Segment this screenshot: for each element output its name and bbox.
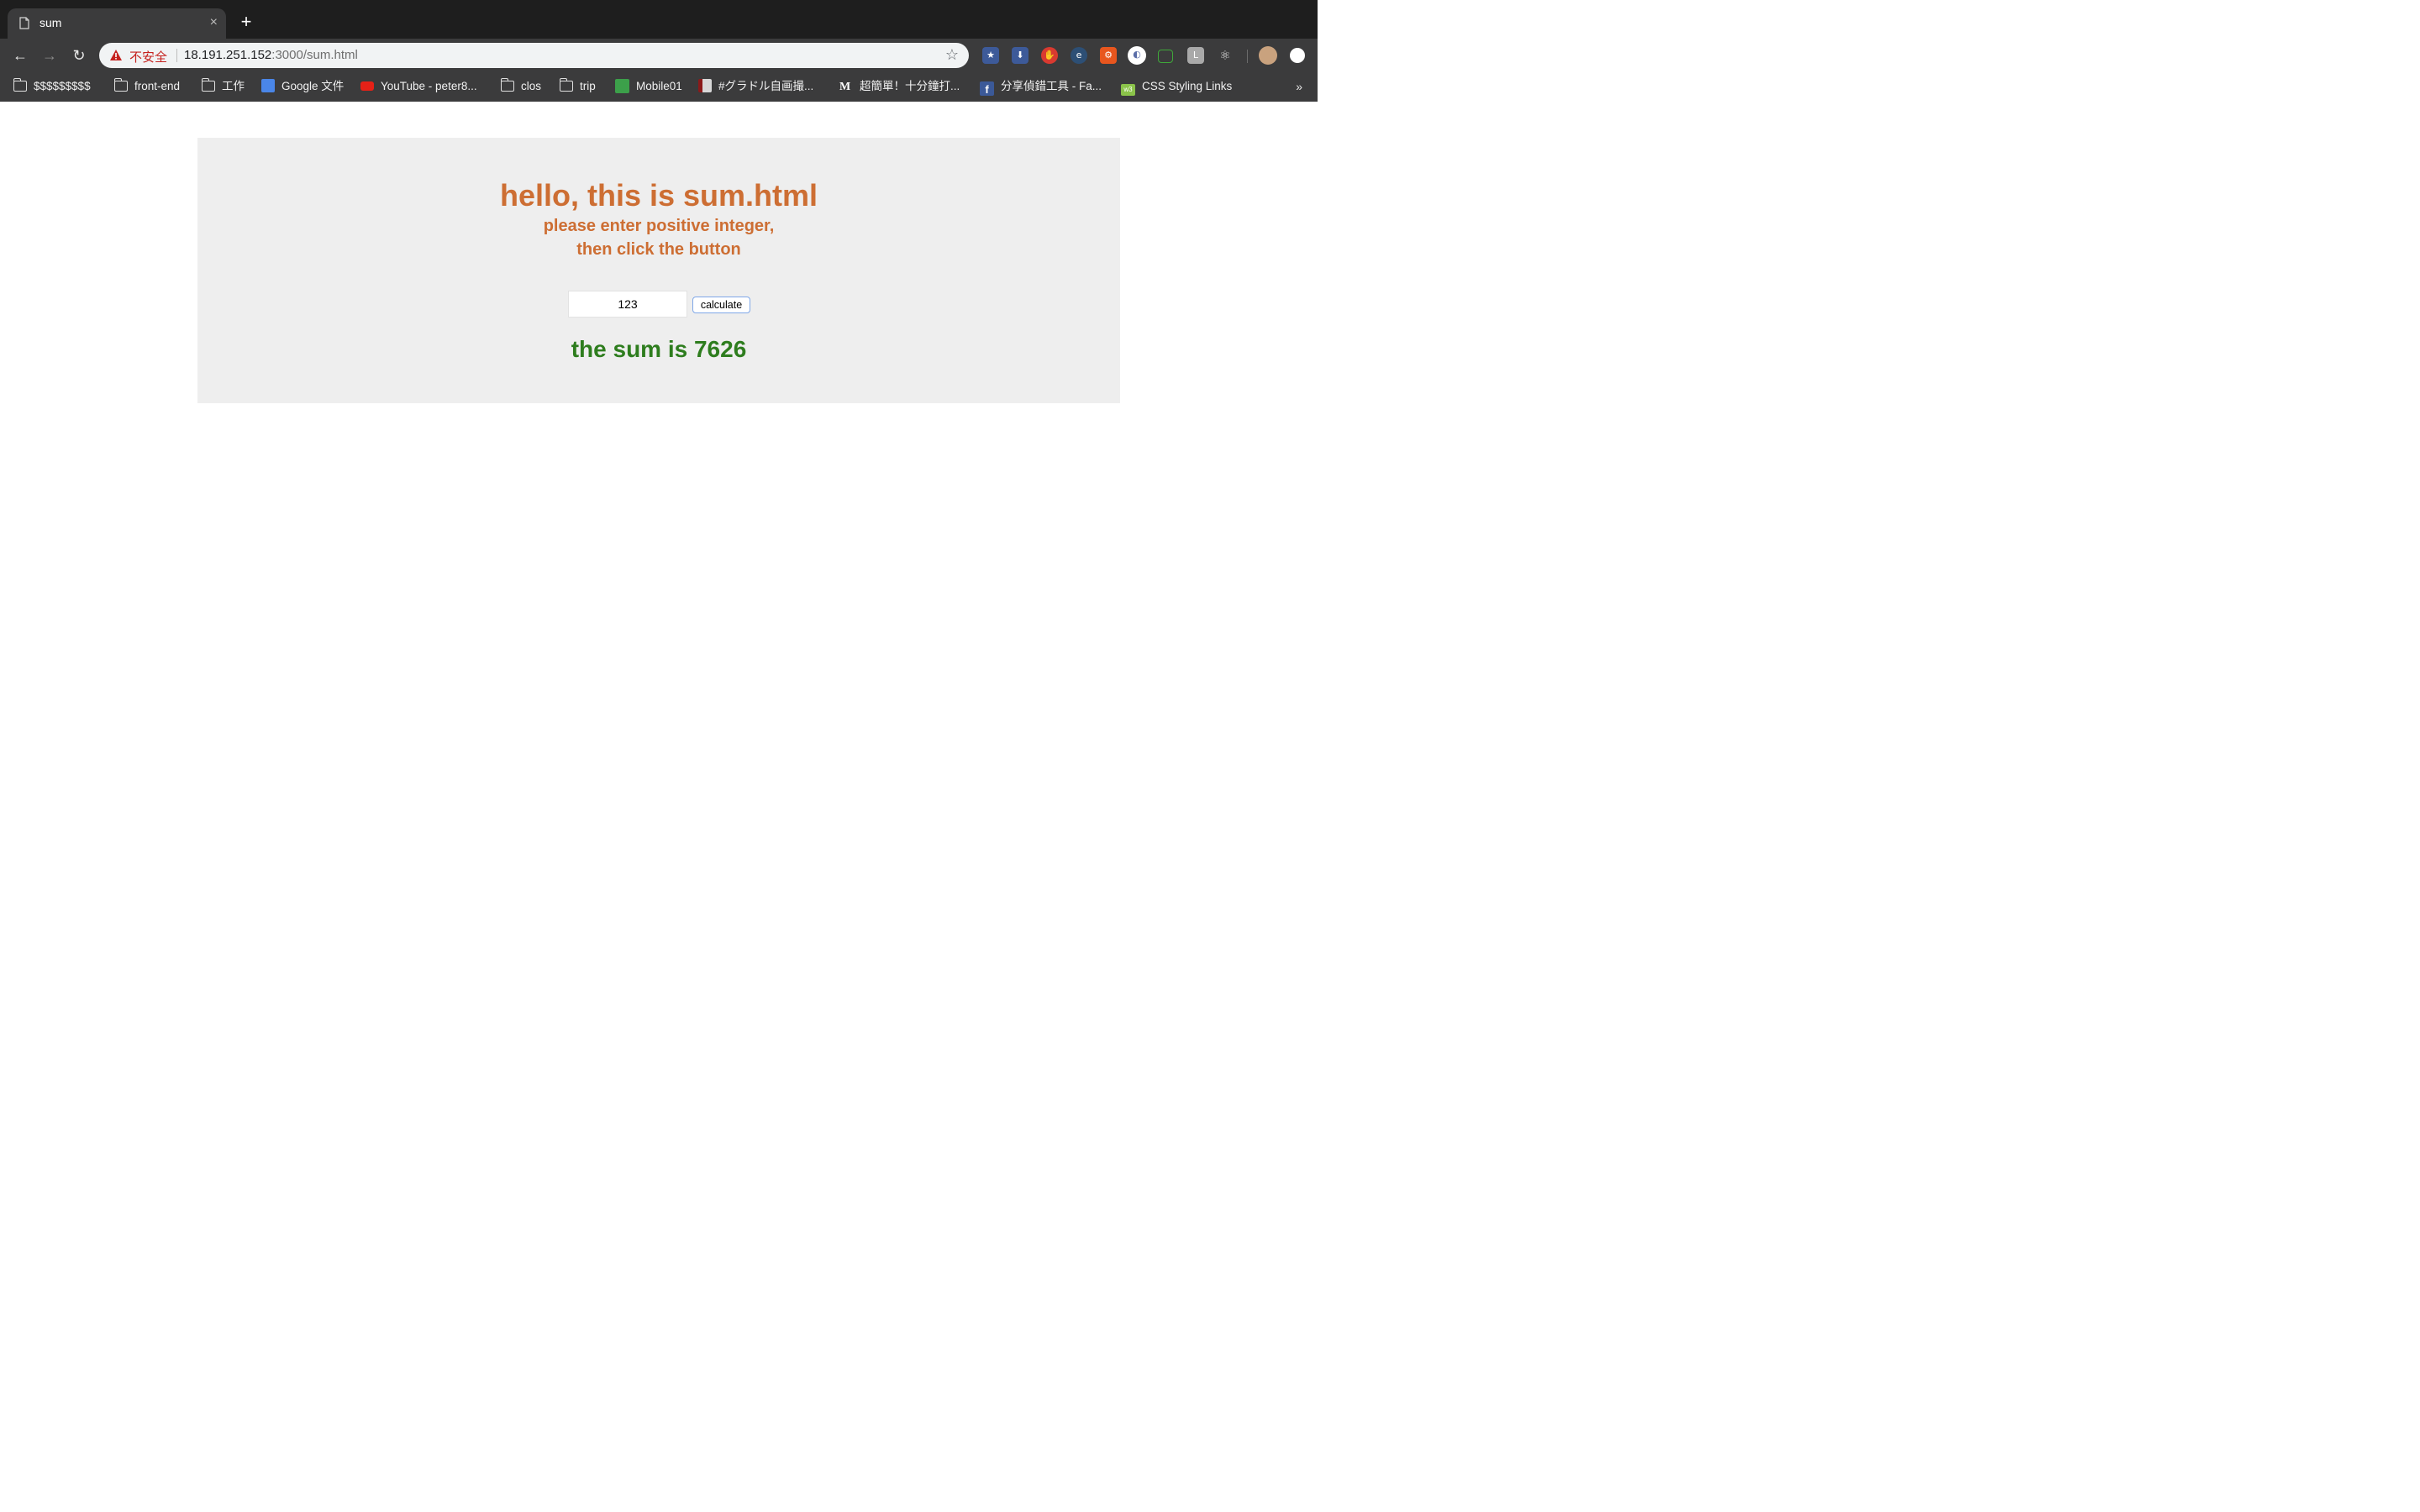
bookmark-item[interactable]: w3 CSS Styling Links [1121, 77, 1232, 96]
document-icon [19, 17, 29, 29]
bookmark-label: 工作 [222, 80, 245, 92]
ghostery-icon[interactable]: e [1071, 47, 1087, 64]
bookmarks-overflow-button[interactable]: » [1296, 77, 1302, 96]
url-text[interactable]: 18.191.251.152:3000/sum.html [184, 48, 358, 62]
bookmark-item[interactable]: f 分享偵錯工具 - Fa... [980, 77, 1102, 96]
adblock-icon[interactable]: ✋ [1041, 47, 1058, 64]
url-host: 18.191.251.152 [184, 48, 272, 62]
back-button[interactable]: ← [10, 45, 30, 66]
medium-icon: M [839, 81, 851, 93]
page-title: hello, this is sum.html [499, 178, 818, 213]
bookmark-label: $$$$$$$$$ [34, 80, 91, 92]
react-devtools-icon[interactable]: ⚛ [1217, 47, 1234, 64]
browser-toolbar: ← → ↻ 不安全 18.191.251.152:3000/sum.html ☆… [0, 39, 1318, 72]
bookmark-label: YouTube - peter8... [381, 80, 477, 92]
browser-window: sum × + ← → ↻ 不安全 18.191.251.152:3000/su… [0, 0, 1318, 823]
bookmark-item[interactable]: clos [500, 77, 542, 96]
integer-input[interactable] [568, 291, 687, 318]
site-icon [698, 79, 712, 92]
bookmark-item[interactable]: #グラドル自画撮... [698, 77, 813, 96]
download-icon[interactable]: ⬇ [1012, 47, 1028, 64]
folder-icon [113, 78, 128, 92]
security-label[interactable]: 不安全 [129, 48, 167, 66]
bookmark-item[interactable]: Google 文件 [261, 77, 344, 96]
sum-panel: hello, this is sum.html please enter pos… [197, 138, 1120, 403]
bookmark-item[interactable]: trip [559, 77, 596, 96]
folder-icon [13, 78, 27, 92]
bookmark-label: #グラドル自画撮... [718, 80, 814, 92]
folder-icon [500, 78, 514, 92]
toolbar-divider [1247, 50, 1248, 63]
tab-sum[interactable]: sum × [8, 8, 226, 39]
bookmark-label: 分享偵錯工具 - Fa... [1001, 80, 1102, 92]
google-docs-icon [261, 79, 275, 92]
page-content: hello, this is sum.html please enter pos… [0, 102, 1318, 823]
screen-capture-icon[interactable] [1158, 50, 1173, 63]
folder-icon [201, 78, 215, 92]
bookmark-label: CSS Styling Links [1142, 80, 1233, 92]
forward-button[interactable]: → [39, 45, 60, 66]
cookie-icon[interactable]: ◐ [1128, 46, 1146, 65]
bookmark-item[interactable]: Mobile01 [615, 77, 682, 96]
new-tab-button[interactable]: + [235, 11, 257, 33]
mobile01-icon [615, 79, 629, 93]
bookmark-label: trip [580, 80, 596, 92]
settings-extension-icon[interactable]: ⚙ [1100, 47, 1117, 64]
omnibox-divider [176, 49, 177, 62]
facebook-icon: f [980, 81, 994, 96]
tab-title: sum [39, 16, 62, 29]
bookmark-label: Google 文件 [281, 80, 345, 92]
reload-button[interactable]: ↻ [69, 45, 89, 66]
bookmarks-bar: $$$$$$$$$ front-end 工作 Google 文件 YouTube… [0, 72, 1318, 102]
close-icon[interactable]: × [210, 15, 218, 30]
instruction-line-1: please enter positive integer, [543, 217, 775, 235]
bookmark-label: Mobile01 [636, 80, 682, 92]
bookmark-label: 超簡單！十分鐘打... [860, 80, 960, 92]
bookmark-item[interactable]: front-end [113, 77, 181, 96]
bookmark-item[interactable]: $$$$$$$$$ [13, 77, 91, 96]
extension-dot-icon[interactable] [1290, 48, 1305, 63]
bookmark-star-icon[interactable]: ★ [982, 47, 999, 64]
url-path: :3000/sum.html [271, 48, 358, 62]
bookmark-item[interactable]: YouTube - peter8... [360, 77, 477, 96]
w3schools-icon: w3 [1121, 84, 1135, 96]
folder-icon [559, 78, 573, 92]
youtube-icon [360, 81, 374, 91]
bookmark-item[interactable]: M 超簡單！十分鐘打... [839, 77, 960, 96]
calculate-button[interactable]: calculate [692, 297, 750, 313]
tab-strip: sum × + [0, 0, 1318, 39]
instruction-line-2: then click the button [576, 240, 741, 259]
bookmark-label: clos [521, 80, 542, 92]
profile-avatar[interactable] [1259, 46, 1277, 65]
sum-result: the sum is 7626 [571, 336, 747, 362]
bookmark-star-button[interactable]: ☆ [945, 46, 959, 64]
bookmark-item[interactable]: 工作 [201, 77, 245, 96]
bookmark-label: front-end [134, 80, 181, 92]
address-bar[interactable]: 不安全 18.191.251.152:3000/sum.html ☆ [99, 43, 969, 68]
l-extension-icon[interactable]: L [1187, 47, 1204, 64]
warning-icon [110, 50, 122, 60]
